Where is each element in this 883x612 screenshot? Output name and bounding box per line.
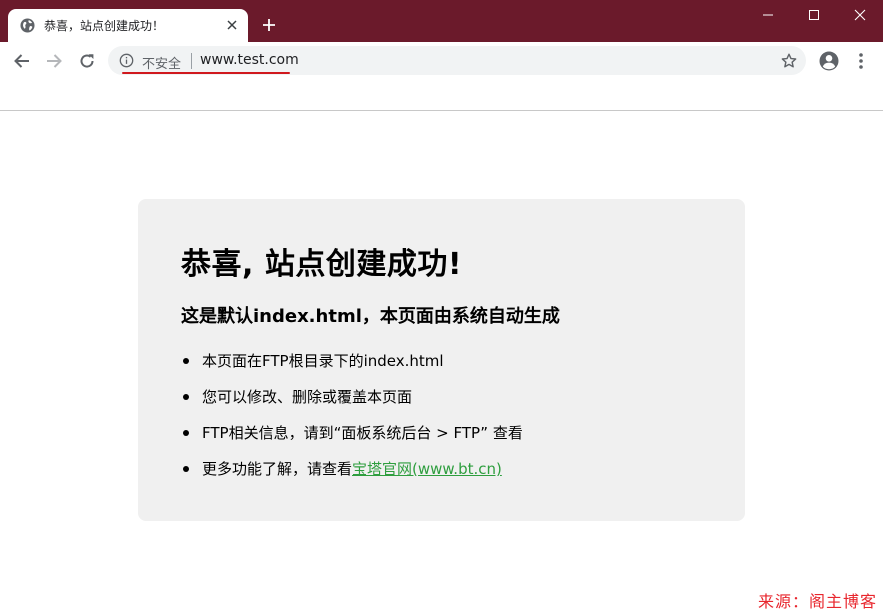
browser-toolbar: 不安全 www.test.com [0, 42, 883, 79]
list-item: 本页面在FTP根目录下的index.html [181, 351, 523, 387]
minimize-button[interactable] [745, 0, 791, 30]
browser-window: 恭喜，站点创建成功！ 不安全 www.test.com 恭喜, 站点创建成功! … [0, 0, 883, 612]
minimize-icon [763, 14, 773, 16]
list-item: 您可以修改、删除或覆盖本页面 [181, 387, 523, 423]
plus-icon [263, 19, 275, 31]
close-icon [227, 20, 237, 30]
info-icon[interactable] [119, 53, 134, 68]
info-list: 本页面在FTP根目录下的index.html 您可以修改、删除或覆盖本页面 FT… [181, 351, 523, 495]
window-close-button[interactable] [837, 0, 883, 30]
page-subtitle: 这是默认index.html，本页面由系统自动生成 [181, 306, 560, 327]
tab-title: 恭喜，站点创建成功！ [44, 19, 165, 33]
welcome-card: 恭喜, 站点创建成功! 这是默认index.html，本页面由系统自动生成 本页… [138, 199, 745, 521]
list-item-text: 更多功能了解，请查看 [202, 460, 353, 478]
profile-icon[interactable] [818, 50, 840, 72]
address-bar[interactable]: 不安全 www.test.com [108, 46, 806, 75]
url-highlight-underline [122, 72, 290, 74]
reload-button[interactable] [76, 50, 98, 72]
star-icon[interactable] [780, 52, 798, 70]
arrow-left-icon [14, 54, 29, 68]
source-watermark: 来源：阁主博客 [757, 592, 877, 611]
page-title: 恭喜, 站点创建成功! [181, 247, 463, 282]
security-status[interactable]: 不安全 [142, 53, 181, 72]
globe-icon [20, 18, 35, 33]
url-text[interactable]: www.test.com [200, 52, 299, 68]
close-icon [854, 9, 866, 21]
arrow-right-icon [47, 54, 62, 68]
forward-button[interactable] [43, 50, 65, 72]
tab-close-button[interactable] [224, 17, 240, 33]
title-bar: 恭喜，站点创建成功！ [0, 0, 883, 42]
maximize-button[interactable] [791, 0, 837, 30]
reload-icon [80, 54, 94, 68]
more-vertical-icon[interactable] [851, 50, 871, 72]
bt-official-link[interactable]: 宝塔官网(www.bt.cn) [352, 460, 502, 478]
browser-tab[interactable]: 恭喜，站点创建成功！ [8, 9, 248, 42]
list-item-text: 本页面在FTP根目录下的index.html [202, 352, 444, 370]
back-button[interactable] [11, 50, 33, 72]
maximize-icon [809, 10, 819, 20]
list-item-text: 您可以修改、删除或覆盖本页面 [202, 388, 413, 406]
list-item: FTP相关信息，请到“面板系统后台 > FTP” 查看 [181, 423, 523, 459]
address-separator [191, 53, 192, 69]
list-item: 更多功能了解，请查看宝塔官网(www.bt.cn) [181, 459, 523, 495]
page-content: 恭喜, 站点创建成功! 这是默认index.html，本页面由系统自动生成 本页… [0, 111, 883, 612]
list-item-text: FTP相关信息，请到“面板系统后台 > FTP” 查看 [202, 424, 523, 442]
new-tab-button[interactable] [259, 15, 279, 35]
